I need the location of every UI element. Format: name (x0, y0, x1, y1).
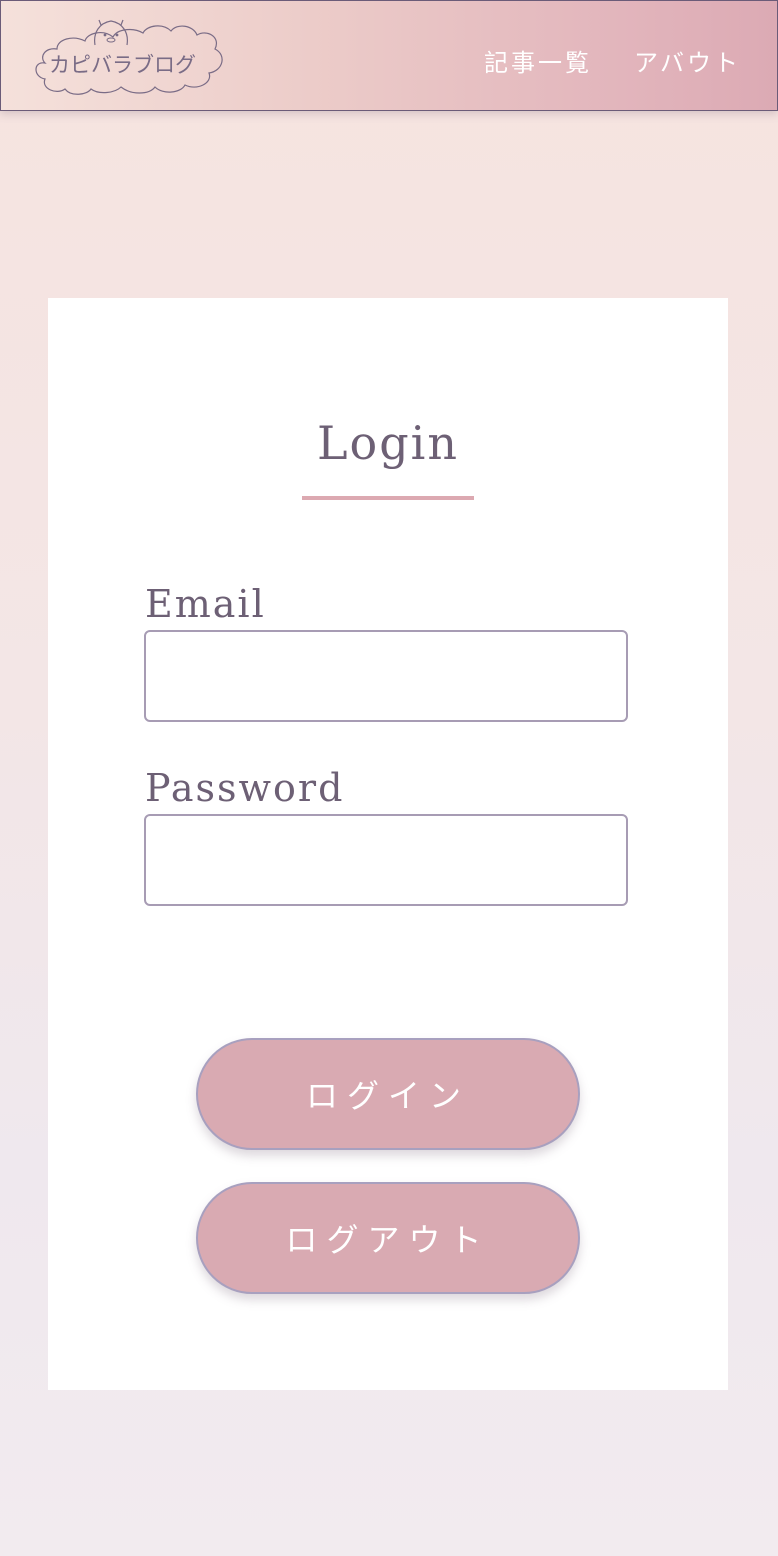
site-header: カピバラブログ 記事一覧 アバウト (0, 0, 778, 111)
password-input[interactable] (144, 814, 628, 906)
logo-text: カピバラブログ (49, 53, 196, 77)
title-underline (302, 496, 474, 500)
nav-item-articles[interactable]: 記事一覧 (484, 43, 592, 78)
nav-item-about[interactable]: アバウト (634, 43, 741, 78)
logout-button[interactable]: ログアウト (196, 1182, 580, 1294)
password-label: Password (145, 766, 345, 810)
login-card: Login Email Password ログイン ログアウト (48, 298, 728, 1390)
email-label: Email (145, 582, 266, 626)
page-title: Login (316, 416, 460, 470)
site-logo[interactable]: カピバラブログ (31, 15, 231, 97)
login-button[interactable]: ログイン (196, 1038, 580, 1150)
email-input[interactable] (144, 630, 628, 722)
main-nav: 記事一覧 アバウト (484, 43, 741, 78)
